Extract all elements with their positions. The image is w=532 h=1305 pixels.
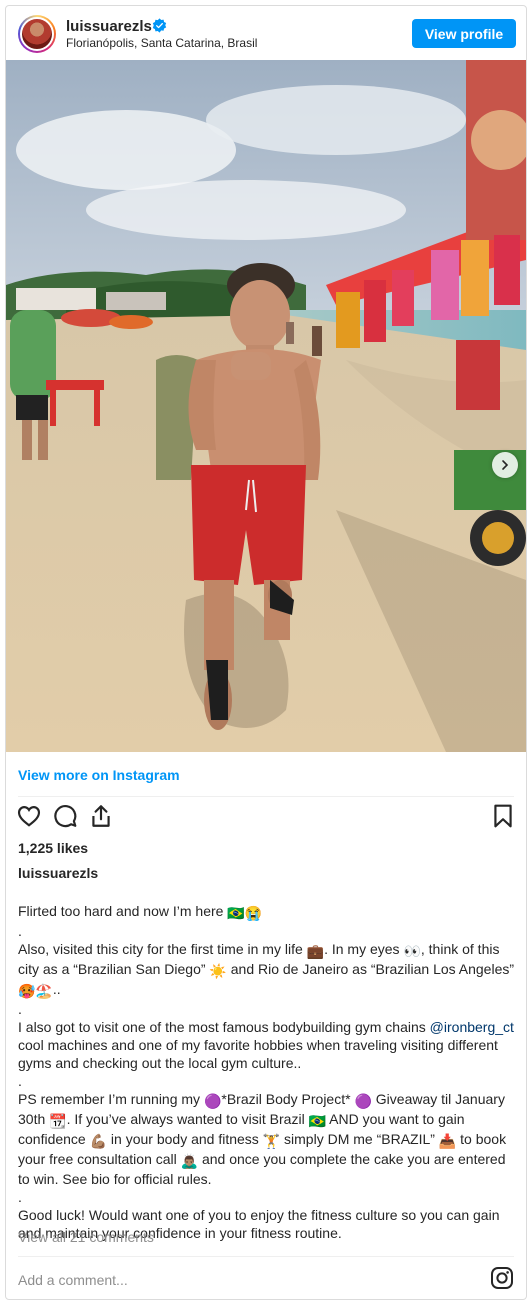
- likes-count[interactable]: 1,225 likes: [18, 840, 88, 856]
- divider: [18, 1256, 514, 1257]
- bookmark-icon[interactable]: [490, 803, 516, 829]
- view-profile-button[interactable]: View profile: [412, 19, 516, 48]
- comment-bubble-icon[interactable]: [52, 803, 78, 829]
- next-slide-button[interactable]: [492, 452, 518, 478]
- location-link[interactable]: Florianópolis, Santa Catarina, Brasil: [66, 36, 257, 50]
- mention-link[interactable]: @ironberg_ct: [430, 1019, 514, 1035]
- verified-badge-icon: [152, 18, 167, 33]
- post-photo[interactable]: [6, 60, 526, 752]
- view-all-comments-link[interactable]: View all 21 comments: [18, 1229, 154, 1245]
- instagram-embed-card: luissuarezls Florianópolis, Santa Catari…: [5, 5, 527, 1300]
- chevron-right-icon: [502, 460, 509, 470]
- add-comment-input[interactable]: Add a comment...: [18, 1272, 128, 1288]
- view-more-link[interactable]: View more on Instagram: [18, 767, 180, 783]
- share-icon[interactable]: [88, 803, 114, 829]
- divider: [18, 796, 514, 797]
- post-header: luissuarezls Florianópolis, Santa Catari…: [6, 6, 526, 60]
- username-link[interactable]: luissuarezls: [66, 18, 152, 35]
- beach-photo: [6, 60, 526, 752]
- caption-text: Flirted too hard and now I’m here 🇧🇷😭 . …: [18, 903, 518, 1241]
- avatar[interactable]: [18, 15, 56, 53]
- heart-icon[interactable]: [16, 803, 42, 829]
- action-bar: [6, 803, 526, 835]
- instagram-logo-icon[interactable]: [490, 1266, 514, 1290]
- caption-username[interactable]: luissuarezls: [18, 865, 98, 881]
